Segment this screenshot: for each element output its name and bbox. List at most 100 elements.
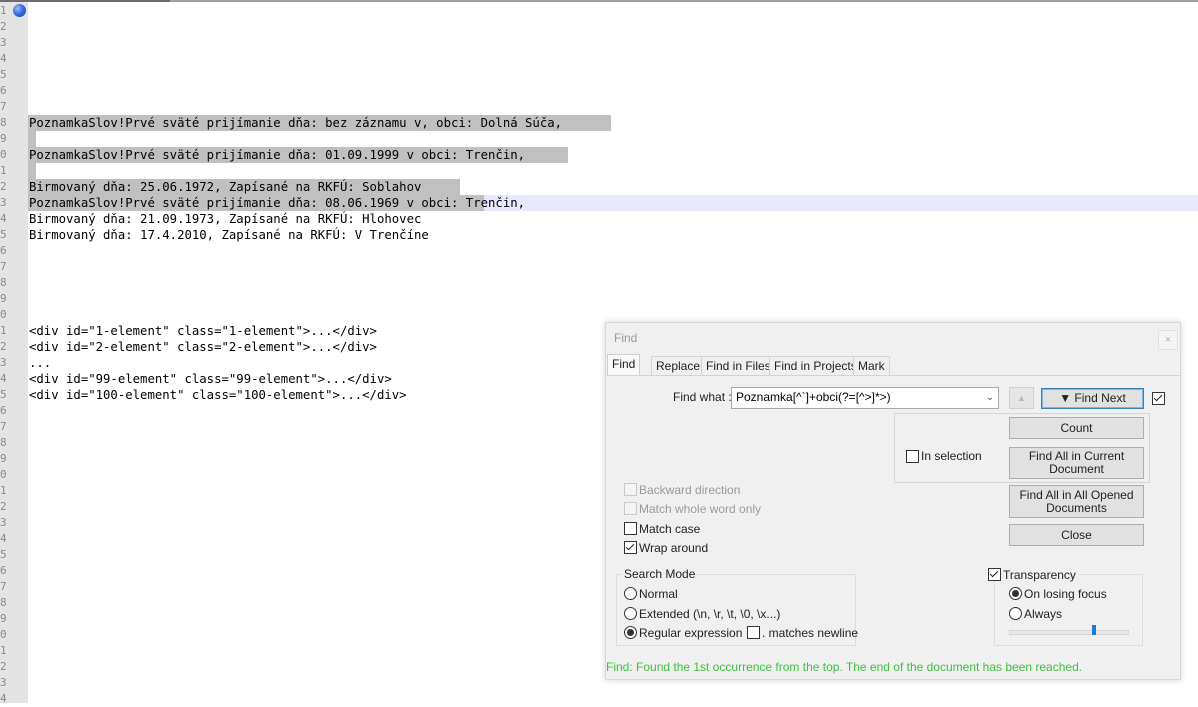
find-next-button[interactable]: ▼ Find Next [1041, 388, 1144, 409]
mode-regex-label: Regular expression [639, 626, 743, 640]
line-number: 2 [0, 500, 7, 513]
line-number: 4 [0, 52, 7, 65]
count-button[interactable]: Count [1009, 417, 1144, 439]
line-number: 0 [0, 628, 7, 641]
in-selection-label: In selection [921, 449, 982, 463]
find-all-current-button[interactable]: Find All in Current Document [1009, 447, 1144, 479]
dialog-title: Find [614, 331, 638, 345]
status-message: Find: Found the 1st occurrence from the … [606, 660, 1083, 674]
line-number: 8 [0, 436, 7, 449]
line-number: 6 [0, 244, 7, 257]
line-number: 7 [0, 100, 7, 113]
tab-replace[interactable]: Replace [651, 356, 706, 375]
tab-find-in-projects[interactable]: Find in Projects [769, 356, 862, 375]
line-number: 1 [0, 644, 7, 657]
line-number: 5 [0, 388, 7, 401]
line-number: 9 [0, 452, 7, 465]
mode-extended-radio[interactable] [624, 607, 637, 620]
line-number: 8 [0, 596, 7, 609]
code-line[interactable]: PoznamkaSlov!Prvé sväté prijímanie dňa: … [29, 147, 532, 163]
line-number: 4 [0, 372, 7, 385]
code-line[interactable]: <div id="100-element" class="100-element… [29, 387, 407, 403]
line-number: 6 [0, 404, 7, 417]
line-number: 2 [0, 180, 7, 193]
transparency-slider[interactable] [1009, 630, 1129, 635]
line-number: 1 [0, 164, 7, 177]
line-number: 6 [0, 564, 7, 577]
find-dialog[interactable]: Find × Find Replace Find in Files Find i… [605, 322, 1181, 680]
match-case-checkbox[interactable] [624, 522, 637, 535]
line-number: 2 [0, 660, 7, 673]
line-number: 5 [0, 68, 7, 81]
transparency-checkbox[interactable] [988, 568, 1001, 581]
backward-direction-checkbox[interactable] [624, 483, 637, 496]
window-top-border [0, 0, 1198, 2]
wrap-around-label: Wrap around [639, 541, 709, 555]
line-number: 9 [0, 132, 7, 145]
line-number: 3 [0, 196, 7, 209]
transparency-label: Transparency [1003, 568, 1078, 582]
transparency-slider-thumb[interactable] [1092, 625, 1096, 635]
tab-find[interactable]: Find [607, 354, 641, 376]
in-selection-checkbox[interactable] [906, 450, 919, 463]
find-what-value: Poznamka[^`]+obci(?=[^>]*>) [736, 390, 891, 404]
close-icon[interactable]: × [1158, 330, 1178, 350]
code-line[interactable]: <div id="99-element" class="99-element">… [29, 371, 392, 387]
find-all-opened-button[interactable]: Find All in All Opened Documents [1009, 485, 1144, 518]
find-what-input[interactable]: Poznamka[^`]+obci(?=[^>]*>) ⌄ [731, 387, 999, 409]
bookmark-icon[interactable] [13, 4, 26, 17]
code-line[interactable]: Birmovaný dňa: 25.06.1972, Zapísané na R… [29, 179, 429, 195]
match-case-label: Match case [639, 522, 701, 536]
line-number: 2 [0, 340, 7, 353]
always-radio[interactable] [1009, 607, 1022, 620]
mode-normal-radio[interactable] [624, 587, 637, 600]
backward-direction-label: Backward direction [639, 483, 741, 497]
mode-extended-label: Extended (\n, \r, \t, \0, \x...) [639, 607, 781, 621]
line-number: 4 [0, 212, 7, 225]
line-number: 8 [0, 276, 7, 289]
chevron-down-icon[interactable]: ⌄ [982, 388, 998, 408]
line-number: 0 [0, 148, 7, 161]
line-number: 1 [0, 4, 7, 17]
mode-regex-radio[interactable] [624, 626, 637, 639]
selection-highlight [28, 163, 36, 179]
selection-highlight [28, 131, 36, 147]
code-line[interactable]: Birmovaný dňa: 21.09.1973, Zapísané na R… [29, 211, 421, 227]
line-number: 0 [0, 468, 7, 481]
tab-mark[interactable]: Mark [853, 356, 890, 375]
on-losing-focus-label: On losing focus [1024, 587, 1107, 601]
code-line[interactable]: <div id="1-element" class="1-element">..… [29, 323, 377, 339]
line-number: 1 [0, 324, 7, 337]
line-number: 5 [0, 548, 7, 561]
line-number: 3 [0, 676, 7, 689]
wrap-around-checkbox[interactable] [624, 541, 637, 554]
find-what-label: Find what : [673, 390, 732, 404]
line-number: 3 [0, 516, 7, 529]
line-number: 2 [0, 20, 7, 33]
line-number: 1 [0, 484, 7, 497]
line-number: 3 [0, 36, 7, 49]
line-number: 6 [0, 84, 7, 97]
code-line[interactable]: PoznamkaSlov!Prvé sväté prijímanie dňa: … [29, 195, 525, 211]
matches-newline-checkbox[interactable] [747, 626, 760, 639]
line-number: 4 [0, 532, 7, 545]
line-number: 7 [0, 420, 7, 433]
line-number: 0 [0, 308, 7, 321]
find-previous-button[interactable]: ▲ [1009, 387, 1034, 409]
line-number: 8 [0, 116, 7, 129]
line-number: 7 [0, 260, 7, 273]
line-number: 7 [0, 580, 7, 593]
on-losing-focus-radio[interactable] [1009, 587, 1022, 600]
line-number: 3 [0, 356, 7, 369]
tab-find-in-files[interactable]: Find in Files [701, 356, 776, 375]
search-mode-title: Search Mode [623, 567, 697, 581]
match-whole-word-checkbox[interactable] [624, 502, 637, 515]
mode-normal-label: Normal [639, 587, 678, 601]
code-line[interactable]: Birmovaný dňa: 17.4.2010, Zapísané na RK… [29, 227, 429, 243]
find-next-direction-checkbox[interactable] [1152, 392, 1165, 405]
code-line[interactable]: PoznamkaSlov!Prvé sväté prijímanie dňa: … [29, 115, 569, 131]
line-number: 5 [0, 228, 7, 241]
close-button[interactable]: Close [1009, 524, 1144, 546]
code-line[interactable]: ... [29, 355, 51, 371]
code-line[interactable]: <div id="2-element" class="2-element">..… [29, 339, 377, 355]
